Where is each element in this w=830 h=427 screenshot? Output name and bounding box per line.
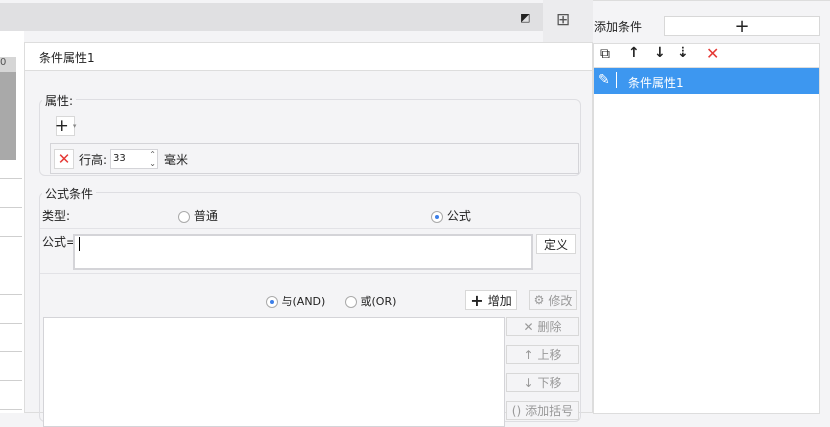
delete-icon[interactable]: ✕: [706, 44, 719, 63]
define-button[interactable]: 定义: [536, 234, 576, 254]
text-cursor: [79, 237, 80, 251]
move-down-button[interactable]: ↓ 下移: [506, 373, 579, 392]
sheet-gray-area: [0, 57, 16, 160]
arrow-up-icon: ↑: [523, 347, 534, 362]
formula-condition-group: 公式条件 类型: 普通 公式 公式= 定义 与(AND) 或(OR) + 增加 ⚙…: [39, 185, 581, 427]
add-condition-label: 添加条件: [594, 20, 643, 34]
add-button[interactable]: + 增加: [465, 290, 517, 310]
formula-label: 公式=: [42, 235, 77, 249]
row-line: [0, 207, 22, 208]
list-toolbar: ⧉ ↑ ↓ ⇣ ✕: [594, 44, 819, 68]
move-bottom-icon[interactable]: ⇣: [677, 45, 689, 61]
ruler: 0: [0, 57, 16, 72]
radio-and[interactable]: 与(AND): [266, 293, 325, 309]
condition-attribute-dialog: 条件属性1 属性: + ▾ ✕ 行高: 33 ⌃ ⌄ 毫米 公式条件 类型: 普通 公…: [24, 42, 593, 427]
attributes-group: 属性: + ▾ ✕ 行高: 33 ⌃ ⌄ 毫米: [39, 92, 581, 176]
plus-icon: +: [470, 290, 484, 310]
remove-attribute-button[interactable]: ✕: [54, 149, 74, 169]
list-item-label: 条件属性1: [628, 76, 684, 90]
copy-icon[interactable]: ⧉: [600, 46, 610, 62]
chevron-down-icon: ▾: [72, 122, 77, 130]
row-line: [0, 351, 22, 352]
condition-list[interactable]: [43, 317, 505, 427]
add-attribute-dropdown[interactable]: + ▾: [54, 116, 77, 136]
move-down-icon[interactable]: ↓: [654, 45, 666, 61]
add-bracket-button[interactable]: () 添加括号: [506, 401, 579, 420]
row-line: [0, 236, 22, 237]
row-line: [0, 380, 22, 381]
divider: [40, 228, 580, 229]
right-panel: 添加条件 + ⧉ ↑ ↓ ⇣ ✕ ✎ 条件属性1: [593, 0, 830, 414]
close-icon: ✕: [523, 319, 534, 334]
row-line: [0, 294, 22, 295]
unit-label: 毫米: [164, 153, 189, 167]
row-height-spinner[interactable]: 33 ⌃ ⌄: [110, 149, 158, 169]
row-height-label: 行高:: [79, 153, 108, 167]
condition-list-panel: ⧉ ↑ ↓ ⇣ ✕ ✎ 条件属性1: [593, 43, 820, 414]
top-toolbar: ◩: [0, 3, 543, 31]
radio-normal[interactable]: 普通: [178, 207, 218, 224]
dropdown-corner-icon[interactable]: ◩: [520, 11, 530, 24]
spinner-arrows-icon[interactable]: ⌃ ⌄: [149, 150, 156, 168]
radio-or[interactable]: 或(OR): [345, 293, 396, 309]
bracket-icon: (): [511, 403, 522, 418]
row-line: [0, 178, 22, 179]
arrow-down-icon: ↓: [523, 375, 534, 390]
formula-input[interactable]: [73, 234, 533, 270]
row-line: [0, 409, 22, 410]
gear-icon: ⚙: [533, 293, 545, 307]
edit-pencil-icon: ✎: [598, 72, 617, 88]
attributes-legend: 属性:: [42, 92, 77, 109]
dialog-title: 条件属性1: [39, 51, 95, 65]
modify-button[interactable]: ⚙ 修改: [529, 290, 577, 310]
add-condition-button[interactable]: +: [664, 16, 820, 37]
divider: [40, 273, 580, 274]
move-up-icon[interactable]: ↑: [628, 45, 640, 61]
type-label: 类型:: [42, 209, 71, 223]
formula-condition-legend: 公式条件: [42, 185, 97, 202]
row-height-attribute: ✕ 行高: 33 ⌃ ⌄ 毫米: [50, 143, 579, 174]
move-up-button[interactable]: ↑ 上移: [506, 345, 579, 364]
list-item[interactable]: ✎ 条件属性1: [594, 68, 819, 94]
row-line: [0, 323, 22, 324]
dialog-header: 条件属性1: [25, 43, 592, 71]
plus-icon: +: [54, 116, 69, 136]
side-strip: ⊞: [543, 0, 593, 42]
layout-icon[interactable]: ⊞: [556, 10, 570, 30]
delete-button[interactable]: ✕ 删除: [506, 317, 579, 336]
radio-formula[interactable]: 公式: [431, 207, 471, 224]
